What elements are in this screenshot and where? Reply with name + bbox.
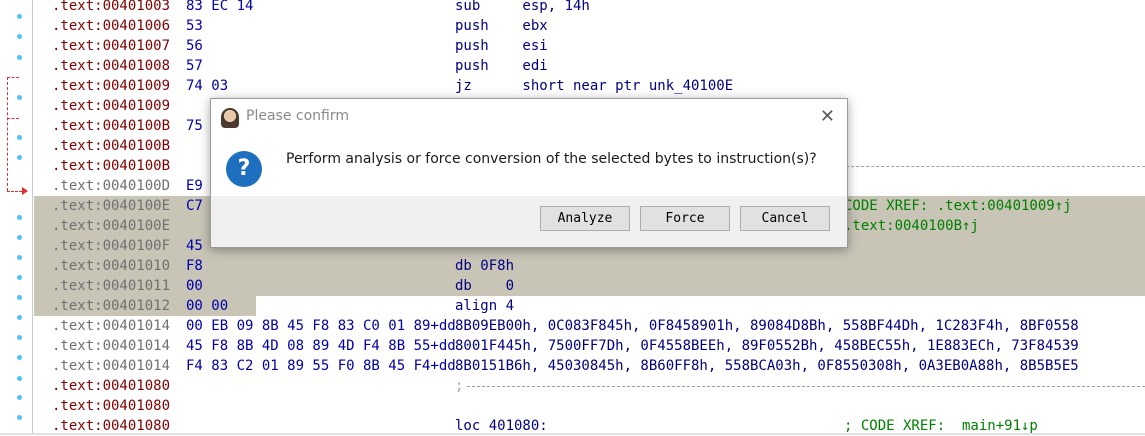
row-comment: .text:0040100B↑j [844, 218, 979, 234]
close-icon[interactable]: ✕ [820, 106, 835, 127]
dialog-title: Please confirm [246, 108, 349, 124]
row-bytes: 00 EB 09 8B 45 F8 83 C0 01 89+dd [186, 318, 456, 334]
row-bytes: 75 [186, 118, 203, 134]
function-separator [467, 386, 1145, 387]
row-address: .text:00401014 [52, 318, 171, 334]
row-instruction[interactable]: push esi [455, 36, 548, 56]
row-instruction[interactable]: sub esp, 14h [455, 0, 590, 16]
row-address: .text:0040100B [52, 138, 171, 154]
row-instruction[interactable]: db 0 [455, 276, 514, 296]
row-instruction[interactable]: 8001F445h, 7500FF7Dh, 0F4558BEEh, 89F055… [455, 336, 1079, 356]
breakpoint-dot-icon[interactable] [17, 335, 22, 340]
breakpoint-dot-icon[interactable] [17, 376, 22, 381]
listing-row[interactable]: .text:00401009 74 03 jz short near ptr unk… [34, 76, 1145, 96]
breakpoint-dot-icon[interactable] [17, 295, 22, 300]
breakpoint-dot-icon[interactable] [17, 315, 22, 320]
jump-arrow-branch [7, 118, 19, 119]
row-bytes: 56 [186, 38, 203, 54]
listing-row[interactable]: .text:00401010 F8 db 0F8h [34, 256, 1145, 276]
cancel-button[interactable]: Cancel [740, 206, 830, 231]
row-address: .text:0040100D [52, 178, 171, 194]
row-bytes: F4 83 C2 01 89 55 F0 8B 45 F4+dd [186, 358, 456, 374]
confirm-dialog: Please confirm ✕ ? Perform analysis or f… [210, 98, 848, 248]
jump-arrow-end [7, 191, 22, 192]
row-instruction[interactable]: jz short near ptr unk_40100E [455, 76, 733, 96]
breakpoint-dot-icon[interactable] [17, 14, 22, 19]
row-address: .text:00401003 [52, 0, 171, 14]
question-icon: ? [226, 151, 262, 187]
listing-row[interactable]: .text:00401012 00 00 align 4 [34, 296, 1145, 316]
row-address: .text:00401012 [52, 298, 171, 314]
row-bytes: 53 [186, 18, 203, 34]
row-bytes: C7 [186, 198, 203, 214]
breakpoint-dot-icon[interactable] [17, 395, 22, 400]
row-address: .text:00401014 [52, 338, 171, 354]
breakpoint-dot-icon[interactable] [17, 275, 22, 280]
breakpoint-dot-icon[interactable] [17, 55, 22, 60]
breakpoint-dot-icon[interactable] [17, 255, 22, 260]
row-address: .text:00401007 [52, 38, 171, 54]
row-instruction[interactable]: 8B09EB00h, 0C083F845h, 0F8458901h, 89084… [455, 316, 1079, 336]
listing-row[interactable]: .text:00401080; [34, 376, 1145, 396]
row-address: .text:0040100B [52, 158, 171, 174]
row-address: .text:00401014 [52, 358, 171, 374]
row-address: .text:0040100E [52, 218, 171, 234]
dialog-button-bar: Analyze Force Cancel [211, 196, 847, 247]
row-instruction[interactable]: ; [455, 376, 463, 396]
analyze-button[interactable]: Analyze [540, 206, 630, 231]
breakpoint-dot-icon[interactable] [17, 34, 22, 39]
app-icon [221, 108, 239, 128]
breakpoint-dot-icon[interactable] [17, 95, 22, 100]
row-bytes: 45 F8 8B 4D 08 89 4D F4 8B 55+dd [186, 338, 456, 354]
jump-arrow-line [7, 77, 8, 191]
force-button[interactable]: Force [640, 206, 730, 231]
breakpoint-dot-icon[interactable] [17, 135, 22, 140]
row-instruction[interactable]: push ebx [455, 16, 548, 36]
row-bytes: 45 [186, 238, 203, 254]
row-bytes: E9 [186, 178, 203, 194]
breakpoint-dot-icon[interactable] [17, 215, 22, 220]
row-address: .text:0040100F [52, 238, 171, 254]
row-address: .text:0040100E [52, 198, 171, 214]
row-address: .text:00401080 [52, 378, 171, 394]
row-address: .text:00401006 [52, 18, 171, 34]
row-address: .text:0040100B [52, 118, 171, 134]
row-instruction[interactable]: push edi [455, 56, 548, 76]
row-comment: CODE XREF: .text:00401009↑j [844, 198, 1072, 214]
breakpoint-dot-icon[interactable] [17, 355, 22, 360]
listing-row[interactable]: .text:00401008 57 push edi [34, 56, 1145, 76]
row-instruction[interactable]: 8B0151B6h, 45030845h, 8B60FF8h, 558BCA03… [455, 356, 1079, 376]
dialog-titlebar[interactable]: Please confirm ✕ [211, 99, 847, 137]
row-address: .text:00401009 [52, 98, 171, 114]
row-bytes: F8 [186, 258, 203, 274]
row-address: .text:00401010 [52, 258, 171, 274]
row-bytes: 74 03 [186, 78, 229, 94]
row-bytes: 83 EC 14 [186, 0, 254, 14]
row-bytes: 00 [186, 278, 203, 294]
listing-row[interactable]: .text:00401003 83 EC 14 sub esp, 14h [34, 0, 1145, 16]
row-instruction[interactable]: db 0F8h [455, 256, 514, 276]
breakpoint-dot-icon[interactable] [17, 235, 22, 240]
listing-row[interactable]: .text:00401014 00 EB 09 8B 45 F8 83 C0 01… [34, 316, 1145, 336]
row-address: .text:00401008 [52, 58, 171, 74]
listing-row[interactable]: .text:00401011 00 db 0 [34, 276, 1145, 296]
listing-row[interactable]: .text:00401006 53 push ebx [34, 16, 1145, 36]
jump-arrow-start [7, 77, 19, 78]
row-bytes: 00 00 [186, 298, 229, 314]
listing-row[interactable]: .text:00401014 F4 83 C2 01 89 55 F0 8B 45… [34, 356, 1145, 376]
dialog-message: Perform analysis or force conversion of … [286, 151, 817, 167]
listing-row[interactable]: .text:00401014 45 F8 8B 4D 08 89 4D F4 8B… [34, 336, 1145, 356]
row-bytes: 57 [186, 58, 203, 74]
jump-arrowhead-icon [22, 187, 28, 195]
listing-row[interactable]: .text:00401080 [34, 396, 1145, 416]
row-address: .text:00401011 [52, 278, 171, 294]
gutter-divider [32, 0, 33, 435]
row-address: .text:00401009 [52, 78, 171, 94]
breakpoint-dot-icon[interactable] [17, 155, 22, 160]
breakpoint-dot-icon[interactable] [17, 415, 22, 420]
row-instruction[interactable]: align 4 [455, 296, 514, 316]
row-address: .text:00401080 [52, 398, 171, 414]
listing-row[interactable]: .text:00401007 56 push esi [34, 36, 1145, 56]
